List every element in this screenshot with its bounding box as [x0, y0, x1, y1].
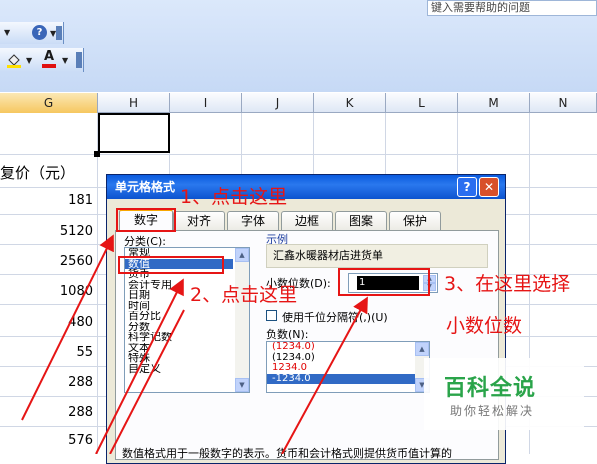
annotation-box-decimal-places: [338, 268, 430, 296]
thousands-separator-label[interactable]: 使用千位分隔符(,)(U): [282, 309, 388, 325]
dropdown-arrow-icon[interactable]: ▼: [26, 56, 32, 65]
category-item[interactable]: 分数: [125, 322, 233, 333]
toolbar-standard: ▼ ? ▼: [0, 22, 64, 44]
scroll-up-icon[interactable]: ▲: [415, 342, 429, 356]
toolbar-handle[interactable]: [76, 52, 82, 68]
cell-value[interactable]: 55: [0, 345, 96, 360]
format-description: 数值格式用于一般数字的表示。货币和会计格式则提供货币值计算的: [122, 447, 452, 460]
help-search-input[interactable]: 键入需要帮助的问题: [427, 0, 597, 16]
dialog-title[interactable]: 单元格格式: [107, 175, 505, 199]
cell-value[interactable]: 2560: [0, 254, 96, 269]
sample-preview: 汇鑫水暖器材店进货单: [266, 244, 488, 268]
category-item[interactable]: 百分比: [125, 311, 233, 322]
column-header-n[interactable]: N: [530, 93, 597, 113]
column-header-l[interactable]: L: [386, 93, 458, 113]
cell-value[interactable]: 5120: [0, 224, 96, 239]
thousands-separator-checkbox[interactable]: [266, 310, 277, 321]
toolbar-formatting: ▼ A ▼: [0, 48, 84, 72]
category-item[interactable]: 科学记数: [125, 332, 233, 343]
scroll-down-icon[interactable]: ▼: [235, 378, 249, 392]
scroll-up-icon[interactable]: ▲: [235, 248, 249, 262]
negative-option-selected[interactable]: -1234.0: [267, 373, 415, 384]
cell-value[interactable]: 288: [0, 375, 96, 390]
column-header-row: G H I J K L M N: [0, 93, 597, 113]
annotation-step3-line2: 小数位数: [446, 315, 523, 337]
annotation-box-number-tab: [116, 208, 176, 232]
cell-unit-price-header[interactable]: 复价（元）: [0, 162, 75, 183]
column-header-k[interactable]: K: [314, 93, 386, 113]
cell-value[interactable]: 181: [0, 193, 96, 208]
dialog-help-button[interactable]: ?: [457, 177, 477, 197]
tab-pattern[interactable]: 图案: [335, 211, 387, 230]
cell-value[interactable]: 576: [0, 433, 96, 448]
category-item[interactable]: 文本: [125, 343, 233, 354]
column-header-m[interactable]: M: [458, 93, 530, 113]
cell-value[interactable]: 288: [0, 405, 96, 420]
negative-numbers-list[interactable]: (1234.0) (1234.0) 1234.0 -1234.0 ▲ ▼: [266, 341, 430, 393]
toolbar-handle[interactable]: [56, 26, 62, 40]
annotation-step3-line1: 3、在这里选择: [444, 273, 571, 295]
tab-border[interactable]: 边框: [281, 211, 333, 230]
tab-alignment[interactable]: 对齐: [173, 211, 225, 230]
dropdown-arrow-icon[interactable]: ▼: [62, 56, 68, 65]
category-item[interactable]: 特殊: [125, 353, 233, 364]
watermark-subtitle: 助你轻松解决: [450, 404, 535, 418]
tab-protection[interactable]: 保护: [389, 211, 441, 230]
annotation-step1: 1、点击这里: [180, 186, 288, 208]
cell-value[interactable]: 480: [0, 315, 96, 330]
cell-value[interactable]: 1080: [0, 284, 96, 299]
negative-option[interactable]: 1234.0: [267, 362, 415, 374]
negative-numbers-label: 负数(N):: [266, 328, 309, 341]
dropdown-arrow-icon[interactable]: ▼: [4, 28, 10, 37]
fill-color-icon[interactable]: [6, 52, 22, 68]
annotation-box-numeric-category: [118, 256, 224, 274]
column-header-j[interactable]: J: [242, 93, 314, 113]
toolbar-area: 键入需要帮助的问题 ▼ ? ▼ ▼ A ▼: [0, 0, 597, 92]
column-header-h[interactable]: H: [98, 93, 170, 113]
column-header-i[interactable]: I: [170, 93, 242, 113]
font-color-icon[interactable]: A: [42, 50, 56, 68]
column-header-g[interactable]: G: [0, 93, 98, 113]
fill-handle[interactable]: [94, 151, 100, 157]
category-scrollbar[interactable]: ▲ ▼: [235, 248, 249, 392]
watermark-logo: 百科全说 助你轻松解决: [424, 358, 584, 430]
watermark-title: 百科全说: [444, 376, 537, 401]
active-cell-selection[interactable]: [98, 113, 170, 153]
help-icon[interactable]: ?: [32, 25, 47, 40]
negative-option[interactable]: (1234.0): [267, 342, 415, 353]
dialog-close-button[interactable]: ✕: [479, 177, 499, 197]
category-item[interactable]: 自定义: [125, 364, 233, 375]
annotation-step2: 2、点击这里: [190, 284, 298, 306]
tab-font[interactable]: 字体: [227, 211, 279, 230]
